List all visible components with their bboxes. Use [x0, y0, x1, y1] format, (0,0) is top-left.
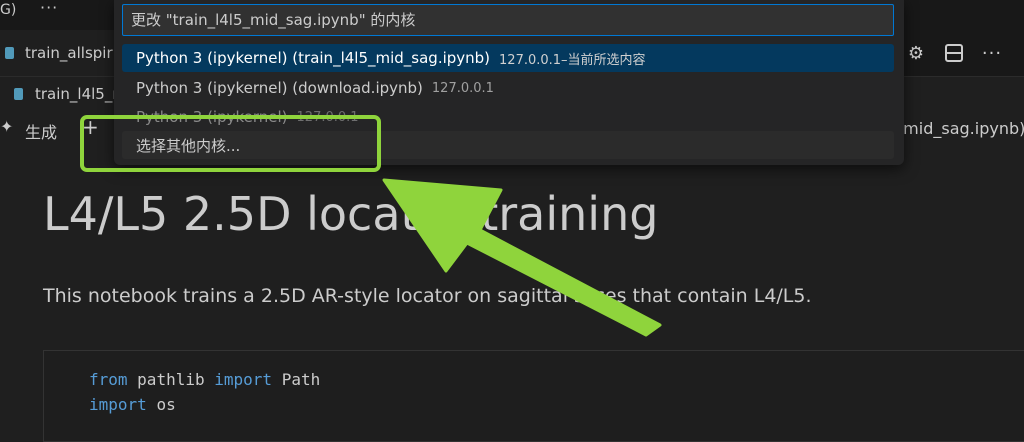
- code-cell[interactable]: from pathlib import Path import os: [43, 350, 1024, 442]
- kernel-option[interactable]: Python 3 (ipykernel) (download.ipynb) 12…: [122, 74, 894, 102]
- add-cell-icon[interactable]: +: [82, 115, 99, 139]
- kernel-option-description: 127.0.0.1: [431, 80, 494, 96]
- generate-button[interactable]: 生成: [25, 119, 57, 143]
- code-keyword: from: [89, 370, 128, 389]
- select-other-kernel-label: 选择其他内核...: [136, 136, 241, 155]
- markdown-heading: L4/L5 2.5D locator training: [43, 187, 659, 241]
- kernel-option-label: Python 3 (ipykernel) (train_l4l5_mid_sag…: [136, 49, 491, 67]
- quick-pick-input[interactable]: [122, 4, 894, 36]
- editor-actions: ⚙ ···: [906, 30, 1024, 76]
- kernel-option-description: 127.0.0.1: [296, 109, 359, 125]
- kernel-option[interactable]: Python 3 (ipykernel) 127.0.0.1: [122, 103, 894, 131]
- code-keyword: import: [89, 395, 147, 414]
- kernel-quick-pick: Python 3 (ipykernel) (train_l4l5_mid_sag…: [114, 0, 904, 165]
- code-keyword: import: [214, 370, 273, 389]
- kernel-option-label: Python 3 (ipykernel) (download.ipynb): [136, 79, 423, 97]
- editor-tab[interactable]: train_allspir: [0, 30, 120, 76]
- more-actions-icon[interactable]: ···: [982, 43, 1002, 64]
- code-identifier: os: [156, 395, 176, 414]
- gear-icon[interactable]: ⚙: [906, 43, 926, 64]
- markdown-paragraph: This notebook trains a 2.5D AR-style loc…: [43, 285, 812, 307]
- tab-label: train_allspir: [25, 44, 113, 62]
- code-identifier: pathlib: [137, 370, 205, 389]
- layout-toggle-button[interactable]: [944, 43, 964, 63]
- code-line: import os: [89, 395, 176, 414]
- menu-partial[interactable]: G): [0, 2, 16, 18]
- kernel-option-description: 127.0.0.1–当前所选内容: [499, 52, 646, 68]
- kernel-option[interactable]: Python 3 (ipykernel) (train_l4l5_mid_sag…: [122, 44, 894, 72]
- notebook-file-icon: [5, 47, 14, 59]
- notebook-content: L4/L5 2.5D locator training This noteboo…: [0, 145, 1024, 442]
- split-layout-icon: [945, 44, 963, 62]
- kernel-picker-button[interactable]: 5_mid_sag.ipynb): [885, 119, 1024, 138]
- code-identifier: Path: [281, 370, 321, 389]
- breadcrumb-file[interactable]: train_l4l5_r: [35, 85, 119, 103]
- kernel-option-label: Python 3 (ipykernel): [136, 108, 288, 126]
- sparkle-icon[interactable]: ✦: [0, 117, 13, 136]
- select-other-kernel-option[interactable]: 选择其他内核...: [122, 131, 894, 159]
- more-icon[interactable]: ···: [40, 0, 58, 17]
- code-line: from pathlib import Path: [89, 370, 320, 389]
- notebook-file-icon: [14, 88, 23, 100]
